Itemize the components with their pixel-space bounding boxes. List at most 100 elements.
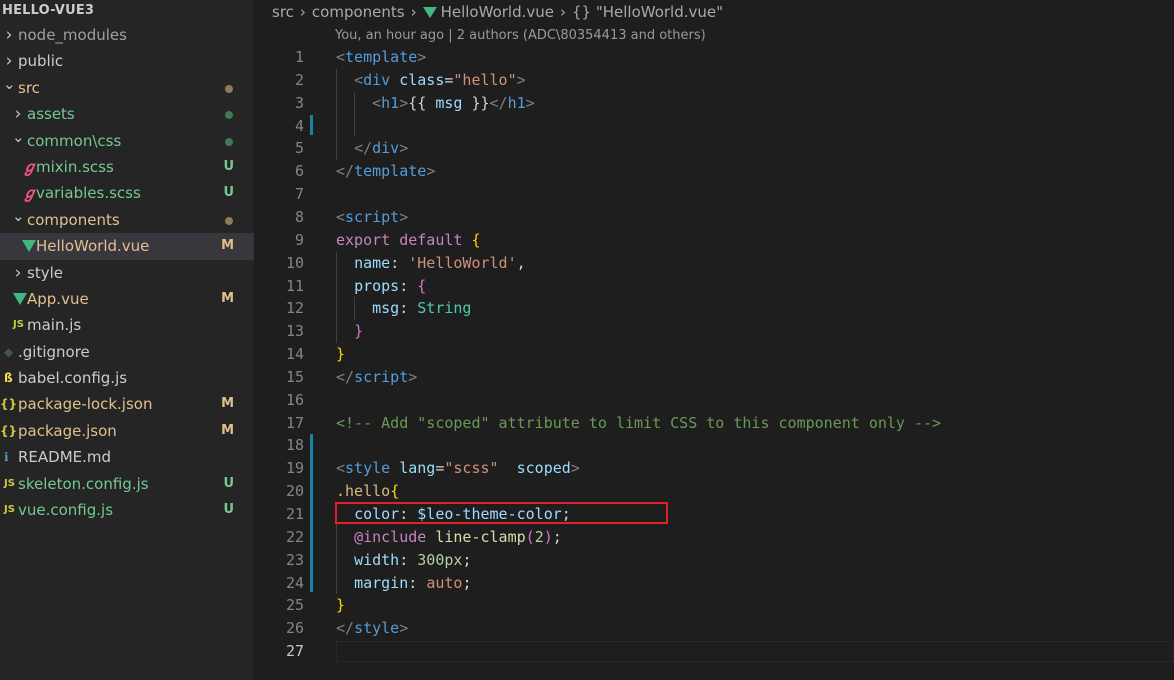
code-line[interactable]: 27 [254, 640, 1174, 663]
tree-item-label: components [27, 210, 120, 229]
breadcrumb-components[interactable]: components [312, 3, 405, 21]
line-number: 5 [294, 139, 304, 158]
code-line[interactable]: 19 <style lang="scss" scoped> [254, 457, 1174, 480]
code-token: { [417, 276, 427, 295]
tree-item-variables-scss[interactable]: ℊ variables.scss U [0, 180, 254, 206]
code-line[interactable]: 5 </div> [254, 137, 1174, 160]
tree-item-app-vue[interactable]: App.vue M [0, 286, 254, 312]
code-line[interactable]: 16 [254, 389, 1174, 412]
code-line[interactable]: 22 @include line-clamp(2); [254, 526, 1174, 549]
code-token: > [417, 48, 427, 66]
git-status-badge: M [221, 396, 234, 412]
line-code: msg: String [336, 297, 471, 320]
code-token: } [336, 596, 346, 615]
code-line[interactable]: 6 </template> [254, 160, 1174, 183]
tree-item-style[interactable]: › style [0, 260, 254, 286]
tree-item-helloworld-vue[interactable]: HelloWorld.vue M [0, 233, 254, 260]
code-line[interactable]: 24 margin: auto; [254, 572, 1174, 595]
code-line[interactable]: 23 width: 300px; [254, 549, 1174, 572]
code-line[interactable]: 3 <h1>{{ msg }}</h1> [254, 92, 1174, 115]
explorer-sidebar: HELLO-VUE3 › node_modules › public ⌄ src › asse… [0, 0, 254, 680]
tree-item-babel-config-js[interactable]: ß babel.config.js [0, 365, 254, 391]
code-token: < [336, 48, 346, 66]
code-token: props [354, 276, 400, 295]
breadcrumb-src[interactable]: src [272, 3, 294, 21]
code-line[interactable]: 8 <script> [254, 206, 1174, 229]
code-line[interactable]: 4 [254, 115, 1174, 138]
code-line[interactable]: 25} [254, 594, 1174, 617]
tree-item-skeleton-config-js[interactable]: JS skeleton.config.js U [0, 471, 254, 497]
tree-item-assets[interactable]: › assets [0, 101, 254, 127]
code-token: {{ [408, 93, 436, 112]
line-number: 7 [294, 185, 304, 204]
line-number: 1 [294, 48, 304, 66]
code-line[interactable]: 20 .hello{ [254, 480, 1174, 503]
code-line[interactable]: 12 msg: String [254, 297, 1174, 320]
line-number: 9 [294, 230, 304, 249]
tree-item-package-json[interactable]: {} package.json M [0, 418, 254, 444]
line-code: export default { [336, 229, 481, 252]
code-line[interactable]: 14} [254, 343, 1174, 366]
code-editor[interactable]: src › components › HelloWorld.vue › {} "HelloW… [254, 0, 1174, 680]
modified-dot-icon [225, 137, 233, 146]
git-status-badge: M [221, 290, 234, 306]
tree-item-label: package.json [18, 421, 117, 440]
json-icon: {} [0, 423, 18, 438]
tree-item-label: common\css [27, 131, 122, 150]
code-line[interactable]: 10 name: 'HelloWorld', [254, 252, 1174, 275]
tree-item-mixin-scss[interactable]: ℊ mixin.scss U [0, 154, 254, 180]
tree-item-public[interactable]: › public [0, 48, 254, 74]
chevron-down-icon: ⌄ [12, 127, 25, 146]
tree-item-main-js[interactable]: JS main.js [0, 312, 254, 338]
code-line[interactable]: 2 <div class="hello"> [254, 69, 1174, 92]
tree-item-common-css[interactable]: ⌄ common\css [0, 128, 254, 154]
code-line[interactable]: 11 props: { [254, 275, 1174, 298]
code-token: ; [552, 527, 562, 546]
tree-item-package-lock-json[interactable]: {} package-lock.json M [0, 391, 254, 417]
code-line[interactable]: 15 </script> [254, 366, 1174, 389]
tree-item-node-modules[interactable]: › node_modules [0, 22, 254, 48]
code-token: < [372, 93, 382, 112]
tree-item-vue-config-js[interactable]: JS vue.config.js U [0, 497, 254, 523]
code-token: < [354, 70, 364, 89]
breadcrumb-symbol[interactable]: {} "HelloWorld.vue" [572, 3, 723, 21]
chevron-down-icon: ⌄ [12, 206, 25, 225]
git-status-badge: U [223, 158, 234, 174]
tree-item-label: public [18, 52, 64, 71]
line-code: props: { [336, 275, 426, 298]
line-number: 3 [294, 93, 304, 112]
tree-item-label: HelloWorld.vue [36, 237, 150, 256]
code-line[interactable]: 17 <!-- Add "scoped" attribute to limit C… [254, 412, 1174, 435]
code-token: ) [543, 527, 553, 546]
tree-item--gitignore[interactable]: ◆ .gitignore [0, 339, 254, 365]
tree-item-label: vue.config.js [18, 501, 114, 520]
code-token: > [399, 139, 409, 158]
line-code: </div> [336, 137, 408, 160]
tree-item-components[interactable]: ⌄ components [0, 207, 254, 233]
tree-item-src[interactable]: ⌄ src [0, 75, 254, 101]
code-line[interactable]: 1 <template> [254, 46, 1174, 69]
breadcrumb-file[interactable]: HelloWorld.vue [441, 3, 554, 21]
code-line[interactable]: 7 [254, 183, 1174, 206]
line-number: 25 [285, 596, 304, 615]
tree-item-label: skeleton.config.js [18, 474, 149, 493]
code-token: template [354, 162, 427, 181]
code-line[interactable]: 13 } [254, 320, 1174, 343]
code-token: String [417, 299, 472, 318]
code-token: > [570, 459, 580, 478]
code-line[interactable]: 18 [254, 434, 1174, 457]
git-codelens[interactable]: You, an hour ago | 2 authors (ADC\803544… [335, 28, 706, 43]
code-token: script [354, 367, 409, 386]
code-token: </ [336, 162, 355, 181]
code-token: <!-- Add "scoped" attribute to limit CSS… [336, 413, 942, 432]
line-number: 20 [285, 482, 304, 501]
code-line[interactable]: 26 </style> [254, 617, 1174, 640]
tree-item-readme-md[interactable]: ℹ README.md [0, 444, 254, 470]
code-token: : [390, 253, 409, 272]
code-token: h1 [507, 93, 526, 112]
code-line[interactable]: 9 export default { [254, 229, 1174, 252]
